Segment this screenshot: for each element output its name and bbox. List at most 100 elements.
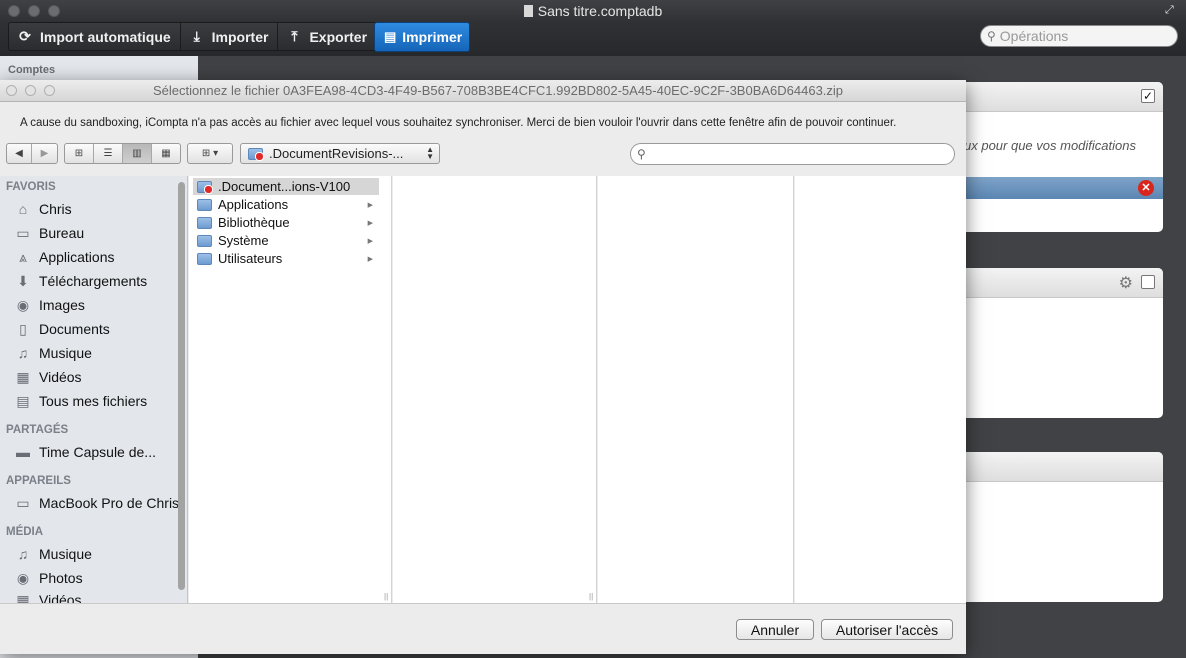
dialog-close-button[interactable] [6, 85, 17, 96]
back-button[interactable]: ◀ [7, 144, 32, 163]
sidebar-item-media-videos[interactable]: ▦ Vidéos [14, 590, 81, 604]
file-open-dialog: Sélectionnez le fichier 0A3FEA98-4CD3-4F… [0, 80, 966, 654]
forward-button[interactable]: ▶ [32, 144, 57, 163]
sidebar-item-macbook[interactable]: ▭ MacBook Pro de Chris [14, 493, 179, 513]
sidebar-item-time-capsule[interactable]: ▬ Time Capsule de... [14, 442, 156, 462]
film-icon: ▦ [16, 368, 30, 385]
sync-icon: ⟳ [19, 28, 31, 44]
section-partages: PARTAGÉS [6, 424, 69, 436]
file-row[interactable]: Système ▶ [193, 232, 379, 249]
desktop-icon: ▭ [16, 224, 30, 241]
dialog-message: A cause du sandboxing, iCompta n'a pas a… [20, 117, 897, 129]
panel-sync: ✓ ux pour que vos modifications ✕ [958, 82, 1163, 232]
sidebar-item-videos[interactable]: ▦ Vidéos [14, 367, 81, 387]
sidebar-item-media-musique[interactable]: ♫ Musique [14, 544, 92, 564]
sidebar-item-musique[interactable]: ♫ Musique [14, 343, 92, 363]
folder-icon [248, 147, 264, 161]
print-button[interactable]: ▤ Imprimer [374, 22, 470, 52]
folder-icon [197, 216, 212, 229]
printer-icon: ▤ [384, 29, 397, 44]
all-files-icon: ▤ [16, 392, 30, 409]
gear-icon[interactable]: ⚙ [1119, 273, 1133, 293]
column-resize-handle[interactable]: || [589, 592, 593, 601]
download-icon: ⤓ [193, 28, 200, 44]
browser-column-1: .Document...ions-V100 Applications ▶ Bibl… [189, 176, 392, 603]
chevron-left-icon: ◀ [15, 148, 23, 159]
camera-icon: ◉ [16, 569, 30, 586]
sidebar-item-tous-mes-fichiers[interactable]: ▤ Tous mes fichiers [14, 391, 147, 411]
file-row[interactable]: Bibliothèque ▶ [193, 214, 379, 231]
laptop-icon: ▭ [16, 494, 30, 511]
file-row[interactable]: .Document...ions-V100 [193, 178, 379, 195]
panel-checkbox[interactable]: ✓ [1141, 89, 1155, 103]
coverflow-view-button[interactable]: ▦ [152, 144, 180, 163]
column-resize-handle[interactable]: || [384, 592, 388, 601]
folder-icon [197, 198, 212, 211]
sidebar-item-applications[interactable]: ⩓ Applications [14, 247, 114, 267]
dialog-title: Sélectionnez le fichier 0A3FEA98-4CD3-4F… [0, 80, 966, 102]
selected-row[interactable]: ✕ [958, 177, 1163, 199]
location-popup[interactable]: .DocumentRevisions-... ▲ ▼ [240, 143, 440, 164]
section-appareils: APPAREILS [6, 475, 71, 487]
downloads-icon: ⬇ [17, 272, 29, 289]
section-favoris: FAVORIS [6, 181, 56, 193]
error-icon[interactable]: ✕ [1138, 180, 1154, 196]
home-icon: ⌂ [18, 201, 28, 217]
panel-header [958, 452, 1163, 482]
disclosure-arrow-icon: ▶ [367, 255, 373, 263]
panel-third [958, 452, 1163, 602]
panel-checkbox[interactable] [1141, 275, 1155, 289]
sidebar-item-telechargements[interactable]: ⬇ Téléchargements [14, 271, 147, 291]
arrange-menu: ⊞ ▾ [187, 143, 233, 164]
disclosure-arrow-icon: ▶ [367, 219, 373, 227]
icon-view-button[interactable]: ⊞ [65, 144, 94, 163]
allow-access-button[interactable]: Autoriser l'accès [821, 619, 953, 640]
sidebar-item-documents[interactable]: ▯ Documents [14, 319, 110, 339]
sidebar-item-photos[interactable]: ◉ Photos [14, 568, 83, 588]
dialog-footer: Annuler Autoriser l'accès [0, 603, 966, 654]
applications-icon: ⩓ [19, 248, 27, 265]
arrange-button[interactable]: ⊞ ▾ [188, 144, 232, 163]
document-icon [523, 5, 533, 17]
import-button[interactable]: ⤓ Importer [181, 23, 279, 50]
coverflow-icon: ▦ [161, 148, 171, 159]
export-button[interactable]: ⤒ Exporter [278, 23, 376, 50]
file-row[interactable]: Utilisateurs ▶ [193, 250, 379, 267]
cancel-button[interactable]: Annuler [736, 619, 814, 640]
folder-icon [197, 252, 212, 265]
list-icon: ☰ [103, 148, 113, 159]
music-icon: ♫ [17, 546, 29, 562]
disclosure-arrow-icon: ▶ [367, 201, 373, 209]
dialog-minimize-button[interactable] [25, 85, 36, 96]
source-list-scrollbar[interactable] [178, 182, 185, 590]
sidebar-item-bureau[interactable]: ▭ Bureau [14, 223, 84, 243]
panel-second: ⚙ [958, 268, 1163, 418]
import-auto-button[interactable]: ⟳ Import automatique [9, 23, 181, 50]
list-view-button[interactable]: ☰ [94, 144, 123, 163]
music-icon: ♫ [17, 345, 29, 361]
arrange-icon: ⊞ ▾ [201, 148, 219, 159]
fullscreen-icon[interactable]: ⤢ [1165, 4, 1177, 16]
import-export-group: ⟳ Import automatique ⤓ Importer ⤒ Exporter [8, 22, 378, 51]
browser-column-4 [795, 176, 966, 603]
browser-column-3 [598, 176, 794, 603]
sidebar-item-chris[interactable]: ⌂ Chris [14, 199, 72, 219]
columns-icon: ▥ [132, 148, 142, 159]
document-icon: ▯ [19, 320, 27, 337]
file-row[interactable]: Applications ▶ [193, 196, 379, 213]
search-icon: ⚲ [987, 29, 996, 43]
dialog-search-input[interactable]: ⚲ [630, 143, 955, 165]
film-icon: ▦ [16, 591, 30, 604]
camera-icon: ◉ [16, 296, 30, 313]
operations-search-input[interactable]: ⚲ Opérations [980, 25, 1178, 47]
folder-icon [197, 234, 212, 247]
main-toolbar: ⟳ Import automatique ⤓ Importer ⤒ Exporter … [0, 22, 1186, 56]
upload-icon: ⤒ [291, 28, 298, 44]
panel-message: ux pour que vos modifications [964, 138, 1136, 153]
panel-header: ⚙ [958, 268, 1163, 298]
column-view-button[interactable]: ▥ [123, 144, 152, 163]
dialog-zoom-button[interactable] [44, 85, 55, 96]
app-titlebar: Sans titre.comptadb ⤢ [0, 0, 1186, 22]
sidebar-item-images[interactable]: ◉ Images [14, 295, 85, 315]
search-icon: ⚲ [637, 147, 646, 161]
